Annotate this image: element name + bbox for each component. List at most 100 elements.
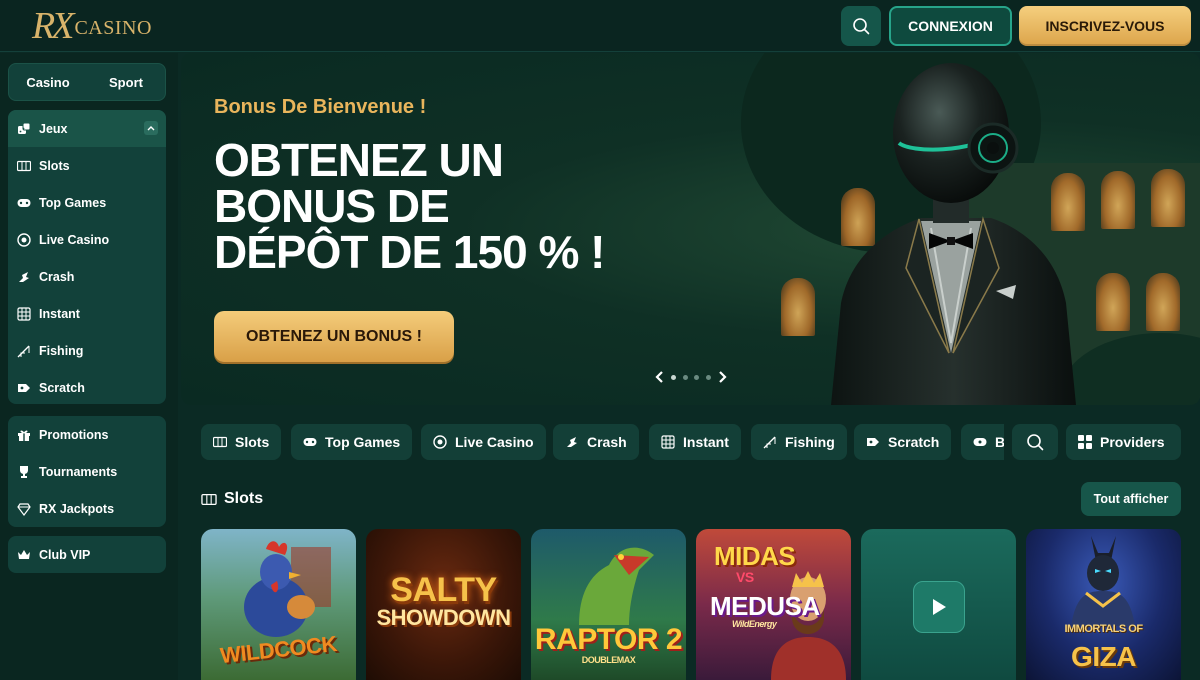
category-live-casino[interactable]: Live Casino [421,424,546,460]
category-slots[interactable]: Slots [201,424,282,460]
category-label: Scratch [888,434,940,450]
carousel-dot[interactable] [694,374,700,380]
game-card-immortals-of-giza[interactable]: IMMORTALS OF GIZA [1026,529,1181,680]
providers-button[interactable]: Providers [1066,424,1181,460]
category-crash[interactable]: Crash [553,424,639,460]
game-card-wildcock[interactable]: WILDCOCK [201,529,356,680]
trophy-icon [17,465,31,479]
sidebar-item-label: Live Casino [39,232,110,247]
window-decoration [1096,273,1130,331]
sidebar-item-slots[interactable]: Slots [8,147,166,184]
providers-label: Providers [1100,434,1165,450]
carousel-dot[interactable] [682,374,688,380]
chevron-right-icon[interactable] [717,371,727,383]
get-bonus-button[interactable]: OBTENEZ UN BONUS ! [214,311,454,362]
slots-icon [201,493,217,506]
sidebar-item-club-vip[interactable]: Club VIP [8,536,166,573]
gift-icon [17,428,31,442]
chevron-up-icon[interactable] [144,121,158,135]
scratch-icon [866,435,880,449]
sidebar-item-jeux[interactable]: Jeux [8,110,166,147]
section-title-label: Slots [224,490,264,507]
diamond-icon [17,502,31,516]
chevron-left-icon[interactable] [655,371,665,383]
logo-casino: CASINO [74,17,152,39]
sidebar-item-label: Slots [39,158,70,173]
carousel-controls [655,370,727,384]
sidebar-item-scratch[interactable]: Scratch [8,369,166,406]
sidebar-item-crash[interactable]: Crash [8,258,166,295]
category-search-button[interactable] [1012,424,1058,460]
game-title: GIZA [1071,641,1136,672]
anubis-illustration [1071,536,1135,626]
hero-title-line: BONUS DE [214,180,450,232]
category-bonus[interactable]: B [961,424,1004,460]
slots-icon [213,435,227,449]
signup-button[interactable]: INSCRIVEZ-VOUS [1019,6,1191,46]
dice-icon [17,122,31,136]
sidebar-item-live-casino[interactable]: Live Casino [8,221,166,258]
switch-casino[interactable]: Casino [9,64,87,100]
game-subtitle: WildEnergy [732,619,777,629]
category-label: Top Games [325,434,401,450]
hero-banner[interactable]: Bonus De Bienvenue ! OBTENEZ UN BONUS DE… [181,53,1200,405]
grid-icon [1078,435,1092,449]
fishing-icon [17,344,31,358]
play-button[interactable] [913,581,965,633]
slots-icon [17,159,31,173]
category-top-games[interactable]: Top Games [291,424,413,460]
category-scratch[interactable]: Scratch [854,424,952,460]
carousel-dot[interactable] [705,374,711,380]
sidebar-item-label: Promotions [39,427,109,442]
switch-sport[interactable]: Sport [87,64,165,100]
sidebar-item-label: Scratch [39,380,85,395]
slots-section-title: Slots [201,487,263,511]
game-subtitle: DOUBLEMAX [581,655,636,665]
category-instant[interactable]: Instant [649,424,741,460]
rx-casino-logo[interactable]: RX CASINO [32,6,152,46]
category-label: B [995,434,1004,450]
sidebar-item-promotions[interactable]: Promotions [8,416,166,453]
category-label: Fishing [785,434,835,450]
category-fishing[interactable]: Fishing [751,424,847,460]
sidebar-item-label: Top Games [39,195,107,210]
hero-title-line: DÉPÔT DE 150 % ! [214,226,605,278]
game-card-salty-showdown[interactable]: SALTY SHOWDOWN [366,529,521,680]
fishing-icon [763,435,777,449]
sidebar-item-rx-jackpots[interactable]: RX Jackpots [8,490,166,527]
play-icon [933,599,946,615]
sidebar: Casino Sport Jeux Slots Top Games Live C… [0,53,178,680]
bonus-icon [973,435,987,449]
category-label: Live Casino [455,434,534,450]
game-title: MEDUSA [710,591,820,621]
search-icon [1027,434,1044,451]
crash-icon [17,270,31,284]
category-label: Instant [683,434,729,450]
sidebar-item-instant[interactable]: Instant [8,295,166,332]
game-title: RAPTOR 2 [534,623,683,656]
login-button[interactable]: CONNEXION [889,6,1012,46]
header-search-button[interactable] [841,6,881,46]
sidebar-extras-group: Promotions Tournaments RX Jackpots [8,416,166,527]
sidebar-item-label: Crash [39,269,75,284]
game-card-raptor-2[interactable]: RAPTOR 2 DOUBLEMAX [531,529,686,680]
game-card-midas-vs-medusa[interactable]: MIDAS VS MEDUSA WildEnergy [696,529,851,680]
sidebar-item-top-games[interactable]: Top Games [8,184,166,221]
sidebar-item-label: Club VIP [39,547,91,562]
crown-icon [17,548,31,562]
sidebar-vip-group: Club VIP [8,536,166,573]
game-title: MIDAS [714,541,796,571]
see-all-button[interactable]: Tout afficher [1081,482,1181,516]
window-decoration [1151,169,1185,227]
header: RX CASINO CONNEXION INSCRIVEZ-VOUS [0,0,1200,52]
live-casino-icon [433,435,447,449]
sidebar-item-fishing[interactable]: Fishing [8,332,166,369]
sidebar-item-label: Tournaments [39,464,118,479]
instant-icon [661,435,675,449]
sidebar-item-tournaments[interactable]: Tournaments [8,453,166,490]
game-card-loading[interactable] [861,529,1016,680]
window-decoration [1101,171,1135,229]
carousel-dot[interactable] [671,374,677,380]
crash-icon [565,435,579,449]
hero-title: OBTENEZ UN BONUS DE DÉPÔT DE 150 % ! [214,137,634,275]
